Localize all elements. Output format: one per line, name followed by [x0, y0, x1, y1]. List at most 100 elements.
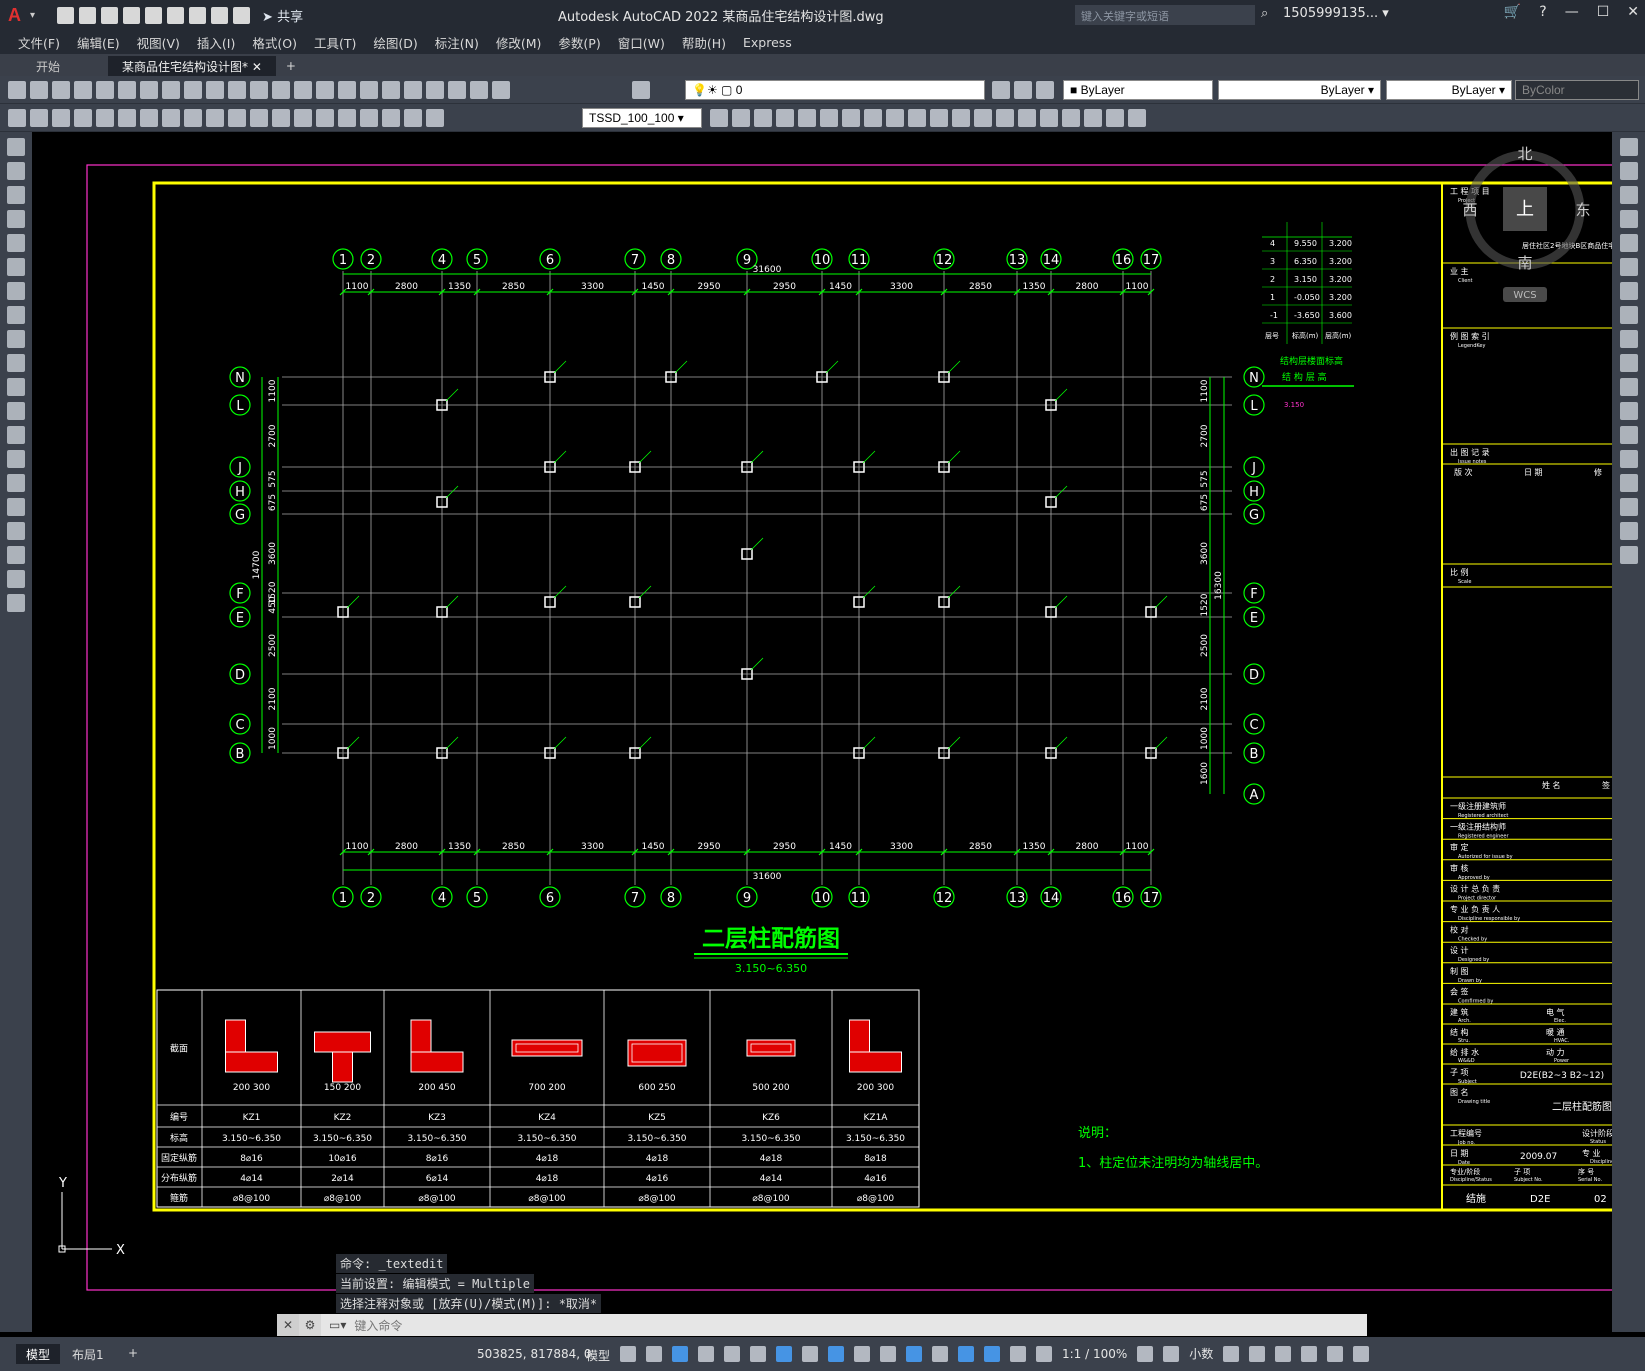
tb-role[interactable]: 一级注册建筑师: [1450, 801, 1506, 811]
compass-south[interactable]: 南: [1517, 254, 1532, 272]
shell-icon[interactable]: [908, 109, 926, 127]
offset-icon[interactable]: [1619, 210, 1638, 228]
menu-file[interactable]: 文件(F): [18, 33, 60, 52]
torus-icon[interactable]: [1040, 109, 1058, 127]
command-prompt-icon[interactable]: ▭▾: [329, 1318, 346, 1332]
dimension-text[interactable]: 450: [268, 596, 278, 613]
object-snap-tracking-icon[interactable]: [750, 1345, 766, 1362]
plotstyle-dropdown[interactable]: ByColor: [1515, 80, 1639, 100]
section-fixed-bars[interactable]: 8⌀16: [426, 1154, 449, 1164]
dimension-text[interactable]: 575: [268, 470, 278, 487]
notes-body[interactable]: 1、柱定位未注明均为轴线居中。: [1078, 1156, 1268, 1171]
axis-label[interactable]: G: [1249, 508, 1259, 523]
axis-label[interactable]: C: [235, 718, 244, 733]
redo-icon[interactable]: [250, 81, 268, 99]
dimension-text[interactable]: 1450: [829, 842, 852, 852]
make-block-icon[interactable]: [7, 426, 25, 444]
dimension-text[interactable]: 1450: [642, 282, 665, 292]
tab-layout1[interactable]: 布局1: [62, 1344, 114, 1364]
dimension-text[interactable]: 2850: [969, 282, 992, 292]
section-level[interactable]: 3.150~6.350: [222, 1134, 281, 1144]
level-height[interactable]: 3.600: [1329, 311, 1352, 320]
mirror-icon[interactable]: [1619, 186, 1638, 204]
circle-icon[interactable]: [7, 282, 25, 300]
menu-modify[interactable]: 修改(M): [496, 33, 542, 52]
dimension-text[interactable]: 2100: [1200, 687, 1210, 710]
column-section-kz1a[interactable]: [849, 1019, 902, 1073]
annotation-visibility-icon[interactable]: [984, 1345, 1000, 1362]
section-fixed-bars[interactable]: 10⌀16: [328, 1154, 357, 1164]
gizmo-icon[interactable]: [958, 1345, 974, 1362]
axis-label[interactable]: A: [1250, 788, 1259, 803]
customize-command-icon[interactable]: ⚙: [299, 1314, 321, 1336]
open-icon[interactable]: [30, 81, 48, 99]
arc-icon[interactable]: [7, 258, 25, 276]
section-id[interactable]: KZ5: [648, 1113, 666, 1123]
dimension-text[interactable]: 3600: [1200, 542, 1210, 565]
axis-label[interactable]: J: [237, 461, 242, 476]
tb-bottom-val[interactable]: 结施: [1466, 1192, 1486, 1205]
stretch-icon[interactable]: [1619, 330, 1638, 348]
tb-role[interactable]: 设 计: [1450, 945, 1469, 955]
axis-label[interactable]: 17: [1143, 253, 1160, 268]
workspace-icon[interactable]: [1137, 1345, 1154, 1362]
section-id[interactable]: KZ3: [428, 1113, 446, 1123]
dim-text-edit-icon[interactable]: [404, 109, 422, 127]
tab-start[interactable]: 开始: [22, 56, 74, 76]
tab-model[interactable]: 模型: [16, 1344, 61, 1364]
axis-label[interactable]: 16: [1115, 891, 1132, 906]
dimension-text[interactable]: 2800: [395, 842, 418, 852]
axis-label[interactable]: 1: [339, 891, 347, 906]
save-icon[interactable]: [101, 6, 119, 24]
revision-cloud-icon[interactable]: [7, 306, 25, 324]
transparency-icon[interactable]: [828, 1345, 844, 1362]
dimension-text[interactable]: 2800: [395, 282, 418, 292]
column-section-kz4[interactable]: [511, 1039, 583, 1057]
new-icon[interactable]: [8, 81, 26, 99]
break-point-icon[interactable]: [1619, 402, 1638, 420]
tb-role[interactable]: 审 核: [1450, 863, 1469, 873]
jogged-linear-icon[interactable]: [360, 109, 378, 127]
new-icon[interactable]: [57, 6, 75, 24]
tb-role[interactable]: 一级注册结构师: [1450, 822, 1506, 832]
extend-icon[interactable]: [1619, 378, 1638, 396]
space-toggle[interactable]: 模型: [586, 1347, 610, 1364]
line-icon[interactable]: [7, 138, 25, 156]
layer-properties-icon[interactable]: [632, 81, 650, 99]
annotation-scale[interactable]: 1:1 / 100%: [1062, 1347, 1127, 1361]
axis-label[interactable]: D: [235, 668, 245, 683]
revolve-icon[interactable]: [754, 109, 772, 127]
column-section-kz2[interactable]: [314, 1031, 371, 1083]
center-mark-icon[interactable]: [316, 109, 334, 127]
dimension-text[interactable]: 2950: [698, 282, 721, 292]
markup-icon[interactable]: [448, 81, 466, 99]
dimension-text[interactable]: 1350: [448, 842, 471, 852]
selection-cycling-icon[interactable]: [854, 1345, 870, 1362]
loft-icon[interactable]: [798, 109, 816, 127]
notes-title[interactable]: 说明：: [1078, 1126, 1117, 1141]
section-dim[interactable]: 500 200: [752, 1083, 789, 1093]
grid-icon[interactable]: [620, 1345, 636, 1362]
dim-edit-icon[interactable]: [382, 109, 400, 127]
fillet-icon[interactable]: [1619, 498, 1638, 516]
axis-label[interactable]: 12: [936, 891, 953, 906]
explode-icon[interactable]: [1619, 546, 1638, 564]
axis-label[interactable]: H: [235, 485, 245, 500]
jogged-icon[interactable]: [118, 109, 136, 127]
axis-label[interactable]: 4: [438, 253, 446, 268]
inspection-icon[interactable]: [338, 109, 356, 127]
dimension-text[interactable]: 2850: [969, 842, 992, 852]
clean-screen-icon[interactable]: [1327, 1345, 1344, 1362]
dimension-text[interactable]: 2850: [502, 842, 525, 852]
tb-discipline[interactable]: 建 筑: [1450, 1007, 1469, 1017]
plot-icon[interactable]: [189, 6, 207, 24]
axis-label[interactable]: B: [1250, 747, 1259, 762]
erase-icon[interactable]: [1619, 138, 1638, 156]
units-dropdown[interactable]: 小数: [1189, 1345, 1213, 1362]
compass-west[interactable]: 西: [1462, 201, 1477, 219]
section-stirrup[interactable]: ⌀8@100: [857, 1194, 895, 1204]
subtract-icon[interactable]: [842, 109, 860, 127]
section-dist-bars[interactable]: 4⌀16: [646, 1174, 669, 1184]
axis-label[interactable]: E: [236, 611, 244, 626]
menu-express[interactable]: Express: [743, 35, 792, 50]
